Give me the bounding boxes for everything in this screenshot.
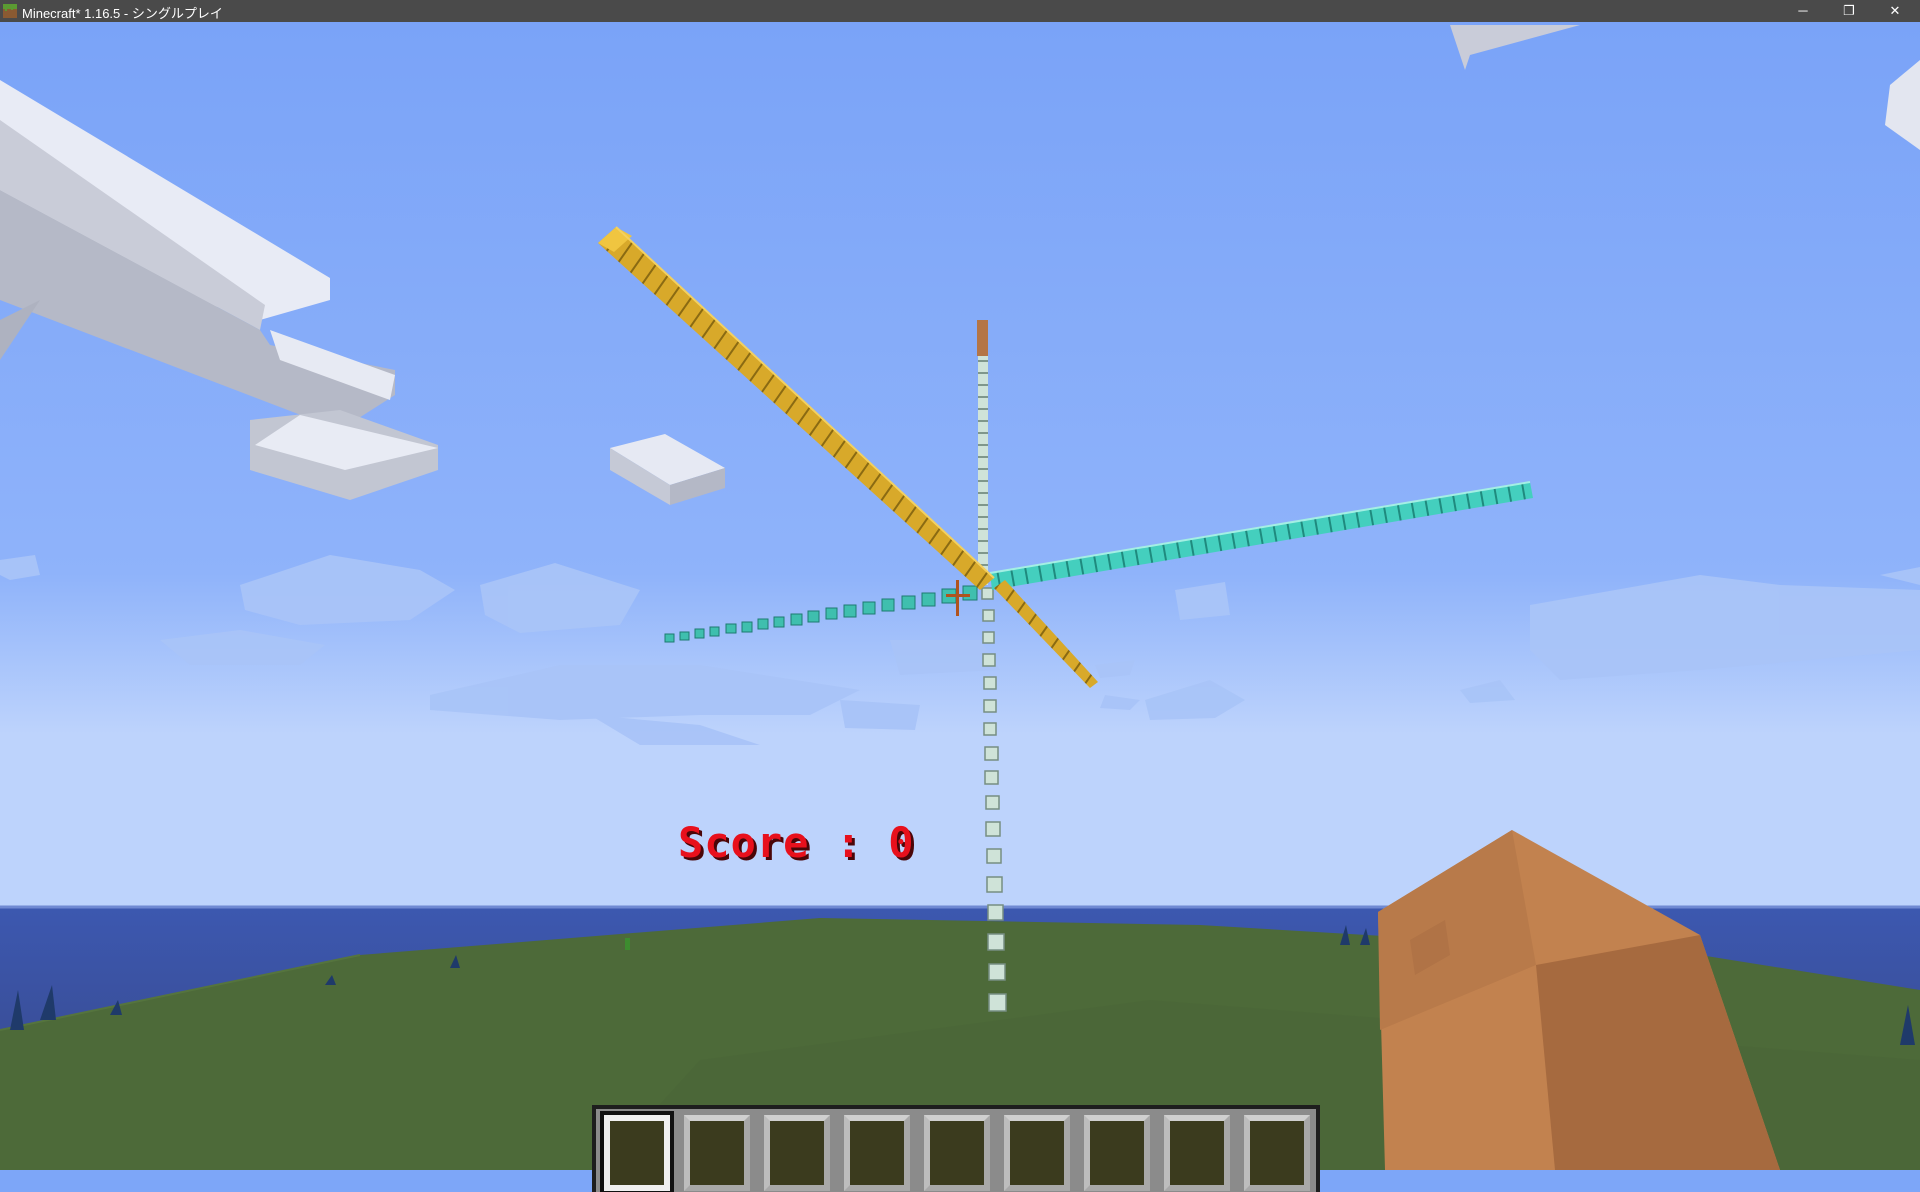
minimize-button[interactable]: ─ (1780, 0, 1826, 22)
grass-block-icon (3, 4, 17, 18)
hotbar-slot-4[interactable] (844, 1115, 910, 1191)
hotbar-slot-7[interactable] (1084, 1115, 1150, 1191)
minimize-icon: ─ (1798, 3, 1808, 18)
hotbar-slot-9[interactable] (1244, 1115, 1310, 1191)
creeper (625, 938, 630, 950)
restore-icon: ❐ (1843, 3, 1855, 18)
crosshair-icon (946, 580, 970, 616)
hotbar-slot-5[interactable] (924, 1115, 990, 1191)
hotbar-slot-8[interactable] (1164, 1115, 1230, 1191)
close-icon: ✕ (1889, 3, 1901, 18)
window-title: Minecraft* 1.16.5 - シングルプレイ (22, 6, 223, 21)
hotbar-slot-1[interactable] (600, 1111, 674, 1192)
hotbar-slot-2[interactable] (684, 1115, 750, 1191)
score-display: Score : 0 (678, 818, 915, 867)
hotbar[interactable] (592, 1105, 1320, 1192)
game-viewport[interactable]: Score : 0 (0, 22, 1920, 1192)
hotbar-slot-3[interactable] (764, 1115, 830, 1191)
close-button[interactable]: ✕ (1872, 0, 1918, 22)
window-titlebar: Minecraft* 1.16.5 - シングルプレイ ─ ❐ ✕ (0, 0, 1920, 22)
restore-button[interactable]: ❐ (1826, 0, 1872, 22)
hotbar-slot-6[interactable] (1004, 1115, 1070, 1191)
